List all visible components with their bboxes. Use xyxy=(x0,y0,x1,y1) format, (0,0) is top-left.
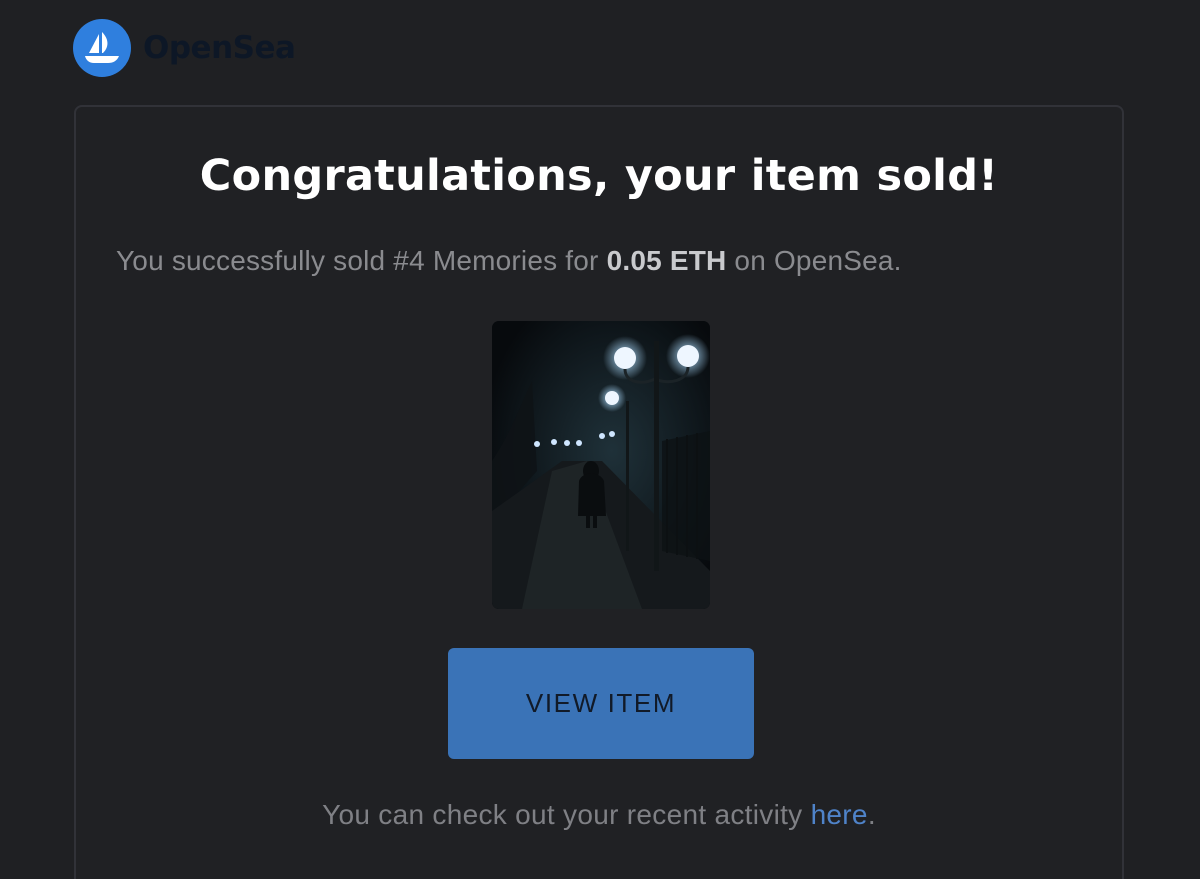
view-item-button[interactable]: VIEW ITEM xyxy=(448,648,754,759)
sale-summary: You successfully sold #4 Memories for 0.… xyxy=(116,245,902,277)
sale-price: 0.05 ETH xyxy=(606,245,727,276)
brand-name: OpenSea xyxy=(143,30,296,66)
item-image[interactable] xyxy=(492,321,710,609)
headline: Congratulations, your item sold! xyxy=(199,151,999,201)
boat-icon xyxy=(73,19,131,77)
activity-note: You can check out your recent activity h… xyxy=(76,799,1122,831)
email-page: OpenSea Congratulations, your item sold!… xyxy=(0,0,1200,879)
opensea-header[interactable]: OpenSea xyxy=(73,19,296,77)
summary-prefix: You successfully sold #4 Memories for xyxy=(116,245,607,276)
activity-prefix: You can check out your recent activity xyxy=(322,799,811,830)
activity-here-link[interactable]: here xyxy=(811,799,868,830)
summary-suffix: on OpenSea. xyxy=(726,245,902,276)
sale-notification-card: Congratulations, your item sold! You suc… xyxy=(74,105,1124,879)
activity-suffix: . xyxy=(867,799,876,830)
